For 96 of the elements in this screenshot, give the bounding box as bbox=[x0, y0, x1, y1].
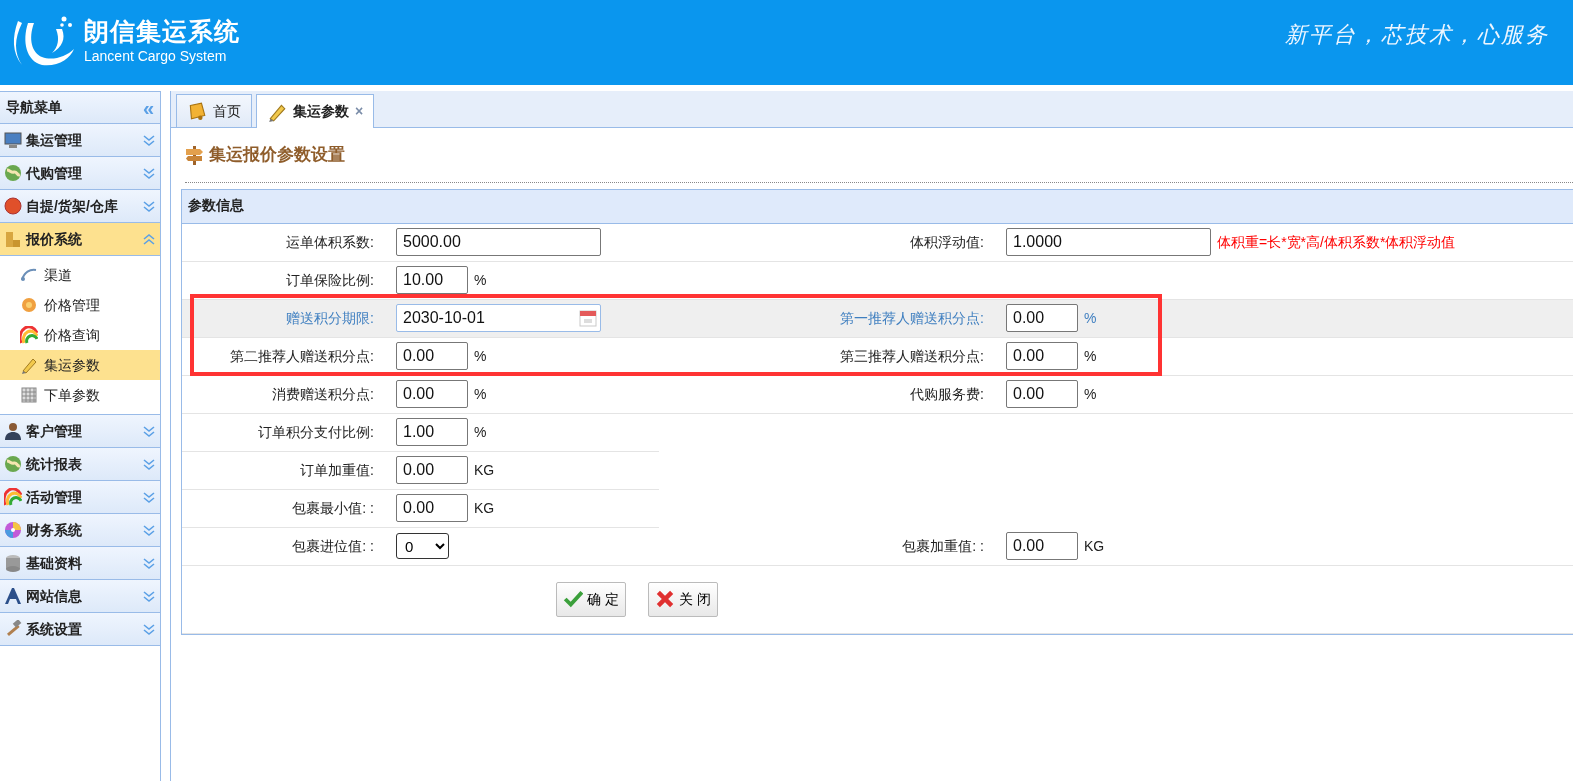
sidebar-item[interactable]: 集运参数 bbox=[0, 350, 160, 380]
date-field[interactable]: 2030-10-01 bbox=[396, 304, 601, 332]
unit-label: % bbox=[474, 422, 487, 442]
hammer-icon bbox=[4, 620, 22, 638]
close-button[interactable]: 关 闭 bbox=[647, 581, 718, 617]
sidebar-group[interactable]: 自提/货架/仓库 bbox=[0, 190, 160, 223]
input-field[interactable]: 0.00 bbox=[1006, 532, 1078, 560]
sidebar-group[interactable]: 活动管理 bbox=[0, 481, 160, 514]
input-field[interactable]: 0.00 bbox=[396, 380, 468, 408]
person-icon bbox=[4, 422, 22, 440]
sidebar-title: 导航菜单 bbox=[6, 98, 62, 117]
unit-label: % bbox=[474, 346, 487, 366]
expand-icon[interactable] bbox=[142, 457, 156, 471]
expand-icon[interactable] bbox=[142, 556, 156, 570]
sidebar-group[interactable]: 代购管理 bbox=[0, 157, 160, 190]
sidebar-group[interactable]: 网站信息 bbox=[0, 580, 160, 613]
field-label: 运单体积系数: bbox=[285, 232, 375, 252]
input-field[interactable]: 10.00 bbox=[396, 266, 468, 294]
field-label: 第二推荐人赠送积分点: bbox=[229, 346, 375, 366]
input-field[interactable]: 0.00 bbox=[396, 456, 468, 484]
slogan: 新平台，芯技术，心服务 bbox=[1285, 21, 1550, 49]
disc-icon bbox=[4, 521, 22, 539]
expand-icon[interactable] bbox=[142, 199, 156, 213]
monitor-icon bbox=[4, 131, 22, 149]
expand-icon[interactable] bbox=[142, 589, 156, 603]
tab[interactable]: 集运参数 × bbox=[256, 94, 375, 128]
close-icon bbox=[654, 589, 675, 609]
rainbow-icon bbox=[20, 326, 38, 344]
sidebar-group[interactable]: 统计报表 bbox=[0, 448, 160, 481]
field-label: 第三推荐人赠送积分点: bbox=[839, 346, 985, 366]
expand-icon[interactable] bbox=[142, 424, 156, 438]
field-label: 赠送积分期限: bbox=[285, 308, 375, 328]
sidebar-item[interactable]: 下单参数 bbox=[0, 380, 160, 410]
unit-label: % bbox=[1084, 384, 1097, 404]
unit-label: % bbox=[474, 270, 487, 290]
sidebar-group[interactable]: 报价系统 bbox=[0, 223, 160, 256]
panel-title: 参数信息 bbox=[188, 196, 244, 215]
unit-label: % bbox=[1084, 346, 1097, 366]
stop-sign-icon bbox=[4, 197, 22, 215]
input-field[interactable]: 0.00 bbox=[1006, 304, 1078, 332]
input-field[interactable]: 0.00 bbox=[1006, 342, 1078, 370]
flower-icon bbox=[20, 296, 38, 314]
expand-icon[interactable] bbox=[142, 523, 156, 537]
sidebar-group[interactable]: 客户管理 bbox=[0, 415, 160, 448]
input-field[interactable]: 0.00 bbox=[396, 494, 468, 522]
page-title: 集运报价参数设置 bbox=[209, 144, 345, 166]
app-title: 朗信集运系统 bbox=[84, 18, 240, 46]
input-field[interactable]: 1.00 bbox=[396, 418, 468, 446]
input-field[interactable]: 0.00 bbox=[396, 342, 468, 370]
letter-icon bbox=[4, 587, 22, 605]
expand-icon[interactable] bbox=[142, 622, 156, 636]
field-label: 体积浮动值: bbox=[909, 232, 985, 252]
globe-icon bbox=[4, 455, 22, 473]
sidebar-group[interactable]: 系统设置 bbox=[0, 613, 160, 646]
confirm-button[interactable]: 确 定 bbox=[556, 581, 626, 617]
sidebar-group[interactable]: 财务系统 bbox=[0, 514, 160, 547]
unit-label: KG bbox=[474, 460, 495, 480]
sidebar-group[interactable]: 基础资料 bbox=[0, 547, 160, 580]
pencil-icon bbox=[267, 101, 287, 122]
input-field[interactable]: 0.00 bbox=[1006, 380, 1078, 408]
expand-icon[interactable] bbox=[142, 133, 156, 147]
field-label: 代购服务费: bbox=[909, 384, 985, 404]
unit-label: KG bbox=[1084, 536, 1105, 556]
database-icon bbox=[4, 554, 22, 572]
check-icon bbox=[563, 589, 583, 609]
sidebar-item[interactable]: 价格查询 bbox=[0, 320, 160, 350]
sidebar-item[interactable]: 渠道 bbox=[0, 260, 160, 290]
sidebar-group[interactable]: 集运管理 bbox=[0, 124, 160, 157]
input-field[interactable]: 1.0000 bbox=[1006, 228, 1211, 256]
grid-icon bbox=[20, 386, 38, 404]
field-label: 包裹加重值: : bbox=[901, 536, 985, 556]
field-label: 消费赠送积分点: bbox=[271, 384, 375, 404]
rainbow-icon bbox=[4, 488, 22, 506]
unit-label: % bbox=[474, 384, 487, 404]
signpost-icon bbox=[185, 144, 203, 165]
curve-icon bbox=[20, 266, 38, 284]
unit-label: % bbox=[1084, 308, 1097, 328]
expand-icon[interactable] bbox=[142, 166, 156, 180]
sidebar-item[interactable]: 价格管理 bbox=[0, 290, 160, 320]
field-label: 订单保险比例: bbox=[285, 270, 375, 290]
expand-icon[interactable] bbox=[142, 490, 156, 504]
input-field[interactable]: 5000.00 bbox=[396, 228, 601, 256]
formula-note: 体积重=长*宽*高/体积系数*体积浮动值 bbox=[1217, 232, 1456, 252]
field-label: 订单积分支付比例: bbox=[257, 422, 375, 442]
collapse-icon[interactable] bbox=[142, 232, 156, 246]
globe-icon bbox=[4, 164, 22, 182]
tab[interactable]: 首页 bbox=[176, 94, 252, 127]
field-label: 第一推荐人赠送积分点: bbox=[839, 308, 985, 328]
pencil-icon bbox=[20, 356, 38, 374]
field-label: 订单加重值: bbox=[299, 460, 375, 480]
app-subtitle: Lancent Cargo System bbox=[84, 46, 228, 66]
field-label: 包裹最小值: : bbox=[291, 498, 375, 518]
field-label: 包裹进位值: : bbox=[291, 536, 375, 556]
unit-label: KG bbox=[474, 498, 495, 518]
select-field[interactable]: 0 bbox=[396, 533, 449, 559]
calendar-icon bbox=[579, 309, 597, 327]
